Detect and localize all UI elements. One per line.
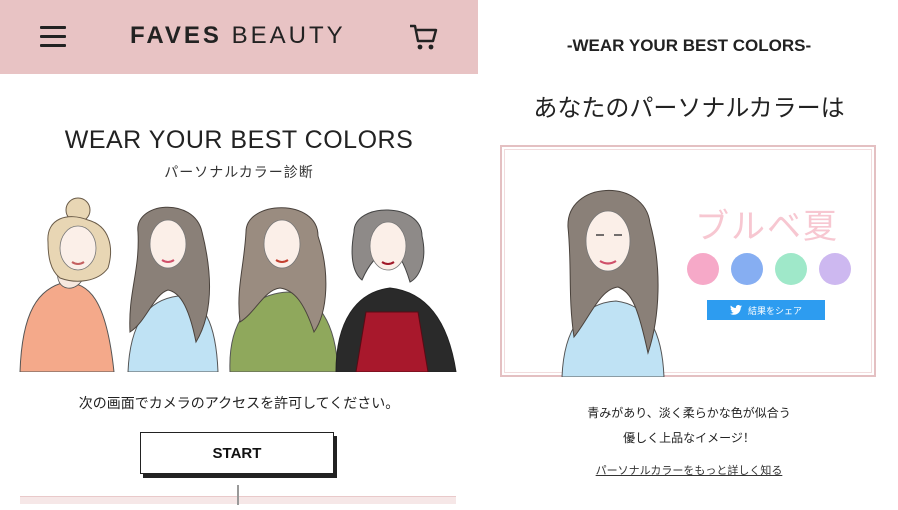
diagnosis-result-screen: -WEAR YOUR BEST COLORS- あなたのパーソナルカラーは ブル… xyxy=(480,0,898,510)
share-label: 結果をシェア xyxy=(747,306,802,317)
bottom-divider xyxy=(20,485,456,505)
result-portrait-illustration xyxy=(561,190,665,377)
share-result-button[interactable]: 結果をシェア xyxy=(707,300,825,320)
twitter-icon xyxy=(729,305,742,315)
result-description-line1: 青みがあり、淡く柔らかな色が似合う xyxy=(587,406,791,420)
color-swatch-blue xyxy=(731,253,763,285)
hamburger-menu-icon[interactable] xyxy=(40,26,68,48)
brand-logo[interactable]: FAVES BEAUTY xyxy=(130,22,346,50)
personal-color-result: ブルベ夏 xyxy=(695,207,839,247)
hero-title: WEAR YOUR BEST COLORS xyxy=(64,126,414,154)
color-swatch-pink xyxy=(687,253,719,285)
color-swatches xyxy=(687,253,857,287)
color-swatch-lavender xyxy=(819,253,851,285)
color-swatch-mint xyxy=(775,253,807,285)
header-bar: FAVES BEAUTY xyxy=(0,0,478,74)
result-card: ブルベ夏 結果をシェア xyxy=(500,145,876,377)
learn-more-link[interactable]: パーソナルカラーをもっと詳しく知る xyxy=(480,462,898,478)
result-heading: あなたのパーソナルカラーは xyxy=(533,94,845,122)
diagnosis-start-screen: FAVES BEAUTY WEAR YOUR BEST COLORS パーソナル… xyxy=(0,0,478,510)
four-women-illustration xyxy=(19,197,457,372)
start-button[interactable]: START xyxy=(140,432,334,474)
hero-subtitle: パーソナルカラー診断 xyxy=(164,165,314,181)
camera-permission-instruction: 次の画面でカメラのアクセスを許可してください。 xyxy=(78,396,400,412)
cart-icon[interactable] xyxy=(408,22,440,52)
result-tagline: -WEAR YOUR BEST COLORS- xyxy=(566,36,812,55)
brand-name-light: BEAUTY xyxy=(231,22,346,49)
brand-name-bold: FAVES xyxy=(130,22,222,49)
result-description-line2: 優しく上品なイメージ！ xyxy=(623,431,755,445)
